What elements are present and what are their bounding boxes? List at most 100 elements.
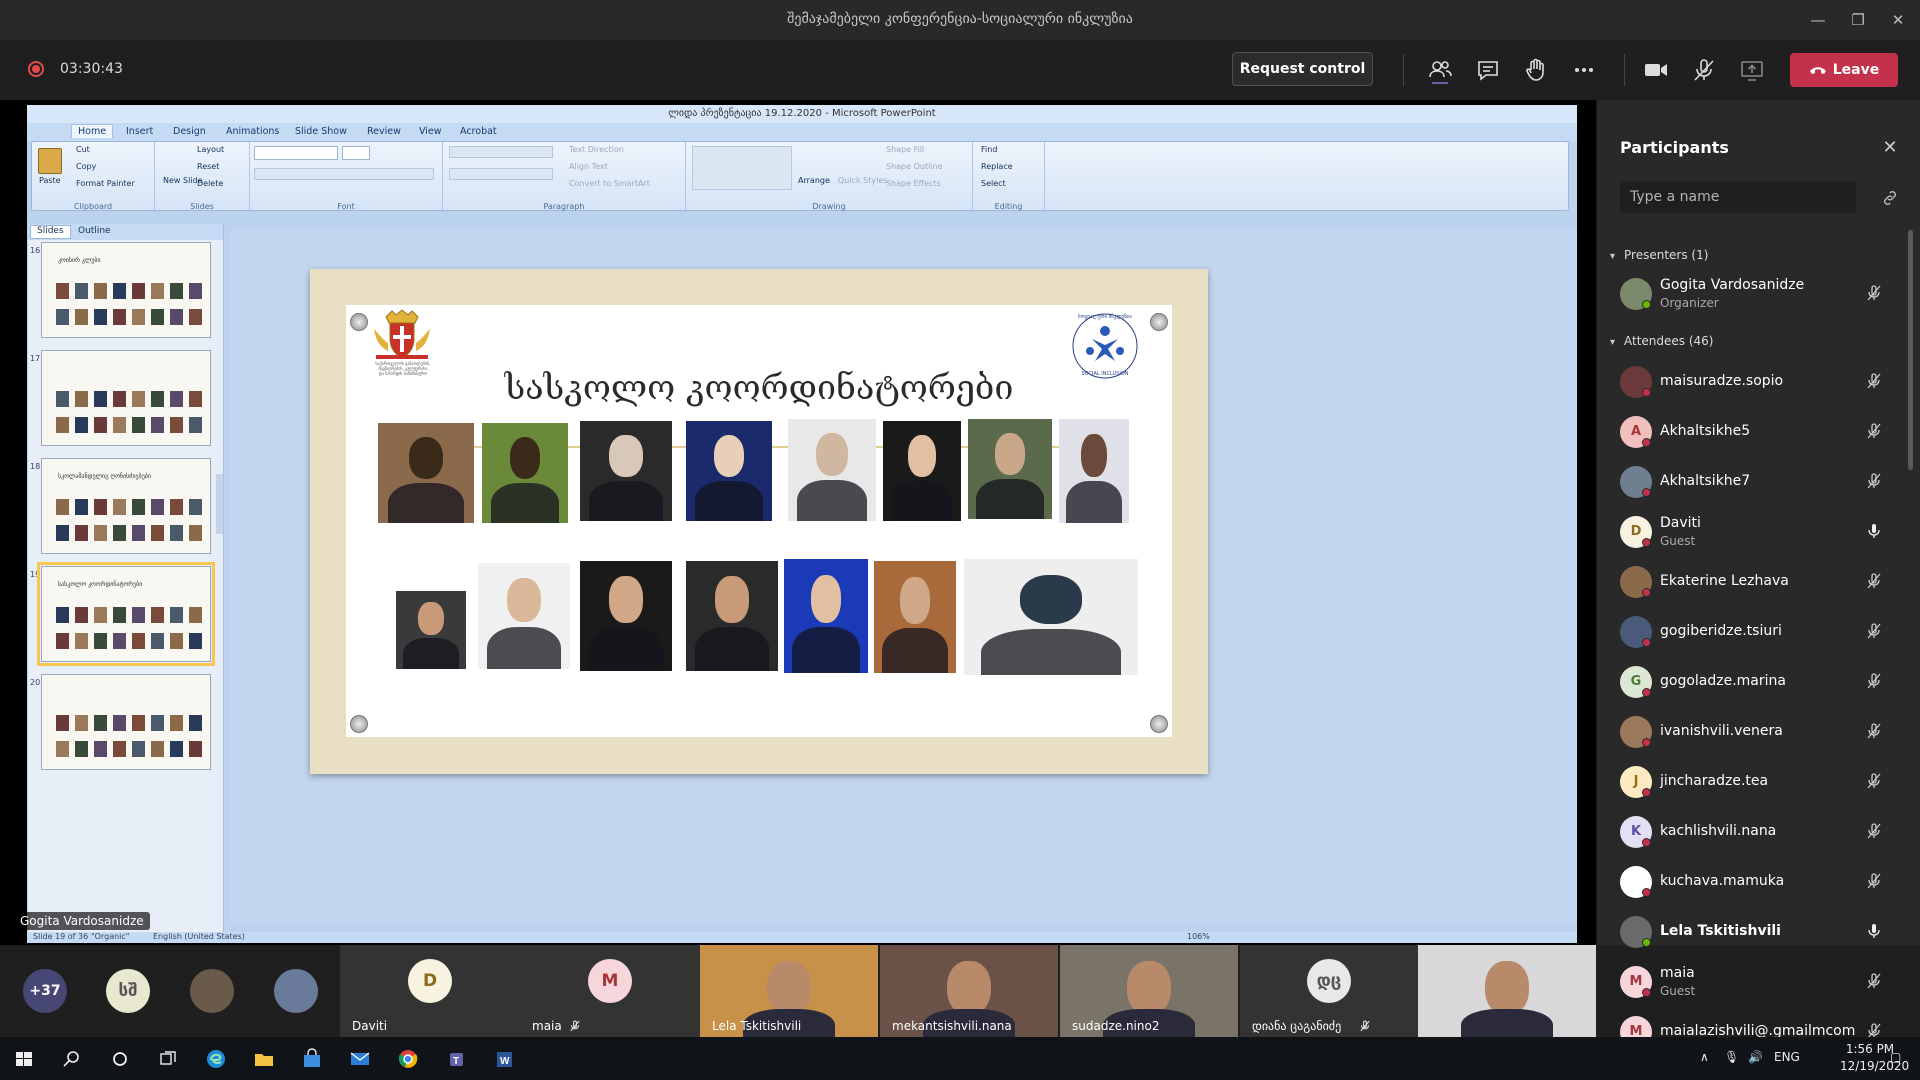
slide-thumbnail[interactable]: კოისირ კლუბი: [41, 242, 211, 338]
word-icon[interactable]: W: [490, 1045, 518, 1073]
language-indicator[interactable]: ENG: [1774, 1050, 1800, 1064]
participant-row[interactable]: Gogita Vardosanidze Organizer: [1598, 268, 1920, 318]
leave-button[interactable]: Leave: [1790, 53, 1898, 87]
slide-thumbnail[interactable]: [41, 350, 211, 446]
mic-off-icon[interactable]: [1864, 371, 1884, 391]
align-buttons[interactable]: [449, 168, 553, 180]
strip-avatar[interactable]: [190, 969, 234, 1013]
delete-button[interactable]: Delete: [197, 179, 223, 188]
list-buttons[interactable]: [449, 146, 553, 158]
chat-icon[interactable]: [1474, 56, 1502, 84]
zoom-level[interactable]: 106%: [1187, 932, 1210, 941]
tab-home[interactable]: Home: [71, 124, 114, 138]
paste-icon[interactable]: [38, 148, 62, 174]
tab-outline[interactable]: Outline: [78, 226, 111, 236]
participant-row[interactable]: Ekaterine Lezhava: [1598, 556, 1920, 606]
overflow-participants-button[interactable]: +37: [23, 969, 67, 1013]
pane-scrollbar[interactable]: [1908, 230, 1913, 470]
tab-slides[interactable]: Slides: [30, 225, 71, 239]
mic-off-icon[interactable]: [1864, 771, 1884, 791]
arrange-button[interactable]: Arrange: [798, 176, 830, 185]
strip-avatar[interactable]: [274, 969, 318, 1013]
participant-row[interactable]: Ggogoladze.marina: [1598, 656, 1920, 706]
participant-row[interactable]: Akhaltsikhe7: [1598, 456, 1920, 506]
participants-icon[interactable]: [1426, 56, 1454, 84]
request-control-button[interactable]: Request control: [1232, 52, 1373, 86]
presenters-section-header[interactable]: ▾ Presenters (1): [1610, 248, 1708, 262]
participant-video-tile[interactable]: Lela Tskitishvili: [700, 945, 878, 1037]
convert-smartart-button[interactable]: Convert to SmartArt: [569, 179, 650, 188]
reset-button[interactable]: Reset: [197, 162, 219, 171]
tab-review[interactable]: Review: [367, 126, 401, 137]
participant-row[interactable]: A Akhaltsikhe5: [1598, 406, 1920, 456]
mic-off-icon[interactable]: [1864, 621, 1884, 641]
mic-off-icon[interactable]: [1864, 971, 1884, 991]
mic-off-icon[interactable]: [1864, 671, 1884, 691]
layout-button[interactable]: Layout: [197, 145, 224, 154]
mic-off-icon[interactable]: [1864, 721, 1884, 741]
tab-acrobat[interactable]: Acrobat: [460, 126, 497, 137]
participant-row[interactable]: D Daviti Guest: [1598, 506, 1920, 556]
mic-off-icon[interactable]: [1864, 571, 1884, 591]
participant-video-tile[interactable]: mekantsishvili.nana: [880, 945, 1058, 1037]
mic-off-icon[interactable]: [1864, 283, 1884, 303]
tab-animations[interactable]: Animations: [226, 126, 279, 137]
shape-fill-button[interactable]: Shape Fill: [886, 145, 924, 154]
cut-button[interactable]: Cut: [76, 145, 90, 154]
mic-off-icon[interactable]: [1690, 56, 1718, 84]
strip-avatar[interactable]: სშ: [106, 969, 150, 1013]
tab-design[interactable]: Design: [173, 126, 206, 137]
copy-button[interactable]: Copy: [76, 162, 96, 171]
mic-on-icon[interactable]: [1864, 521, 1884, 541]
current-slide[interactable]: საქართველოს განათლების, მეცნიერების, კულ…: [310, 269, 1208, 774]
close-pane-icon[interactable]: ✕: [1880, 138, 1900, 158]
mic-off-icon[interactable]: [1864, 421, 1884, 441]
tray-mic-icon[interactable]: 🎙: [1724, 1050, 1739, 1064]
file-explorer-icon[interactable]: [250, 1045, 278, 1073]
participant-row[interactable]: Mmaia Guest: [1598, 956, 1920, 1006]
participant-row[interactable]: gogiberidze.tsiuri: [1598, 606, 1920, 656]
slide-thumbnail[interactable]: სკოლამანდელიგ ღონისძიებები: [41, 458, 211, 554]
mail-icon[interactable]: [346, 1045, 374, 1073]
edge-icon[interactable]: [202, 1045, 230, 1073]
tab-view[interactable]: View: [419, 126, 442, 137]
share-tray-icon[interactable]: [1738, 56, 1766, 84]
shapes-gallery[interactable]: [692, 146, 792, 190]
align-text-button[interactable]: Align Text: [569, 162, 608, 171]
panel-scrollbar[interactable]: [216, 474, 223, 534]
participant-video-tile[interactable]: დც დიანა ცაგანიძე: [1240, 945, 1418, 1037]
participant-row[interactable]: ivanishvili.venera: [1598, 706, 1920, 756]
mic-on-icon[interactable]: [1864, 921, 1884, 941]
font-format-buttons[interactable]: [254, 168, 434, 180]
paste-button[interactable]: Paste: [39, 176, 61, 185]
replace-button[interactable]: Replace: [981, 162, 1013, 171]
minimize-button[interactable]: —: [1806, 8, 1830, 32]
select-button[interactable]: Select: [981, 179, 1006, 188]
tray-up-chevron-icon[interactable]: ∧: [1700, 1050, 1709, 1064]
raise-hand-icon[interactable]: [1522, 56, 1550, 84]
quick-styles-button[interactable]: Quick Styles: [838, 176, 887, 185]
participant-video-tile[interactable]: Mmaia: [520, 945, 700, 1037]
font-size-box[interactable]: [342, 146, 370, 160]
participant-video-tile[interactable]: sudadze.nino2: [1060, 945, 1238, 1037]
tab-insert[interactable]: Insert: [126, 126, 153, 137]
mic-off-icon[interactable]: [1864, 821, 1884, 841]
share-invite-icon[interactable]: [1880, 188, 1900, 208]
participant-row[interactable]: kuchava.mamuka: [1598, 856, 1920, 906]
tab-slide-show[interactable]: Slide Show: [295, 126, 347, 137]
cortana-icon[interactable]: [106, 1045, 134, 1073]
participant-row[interactable]: maisuradze.sopio: [1598, 356, 1920, 406]
notifications-icon[interactable]: ▢: [1890, 1050, 1901, 1064]
shape-effects-button[interactable]: Shape Effects: [886, 179, 941, 188]
find-button[interactable]: Find: [981, 145, 997, 154]
participant-row[interactable]: Kkachlishvili.nana: [1598, 806, 1920, 856]
participant-video-tile[interactable]: D Daviti: [340, 945, 520, 1037]
mic-off-icon[interactable]: [1864, 471, 1884, 491]
camera-icon[interactable]: [1642, 56, 1670, 84]
participant-video-tile[interactable]: [1418, 945, 1596, 1037]
teams-icon[interactable]: T: [442, 1045, 470, 1073]
format-painter-button[interactable]: Format Painter: [76, 179, 135, 188]
slide-thumbnail[interactable]: სასკოლო კოორდინატორები: [37, 562, 215, 666]
participant-search-input[interactable]: [1620, 181, 1856, 213]
shape-outline-button[interactable]: Shape Outline: [886, 162, 943, 171]
